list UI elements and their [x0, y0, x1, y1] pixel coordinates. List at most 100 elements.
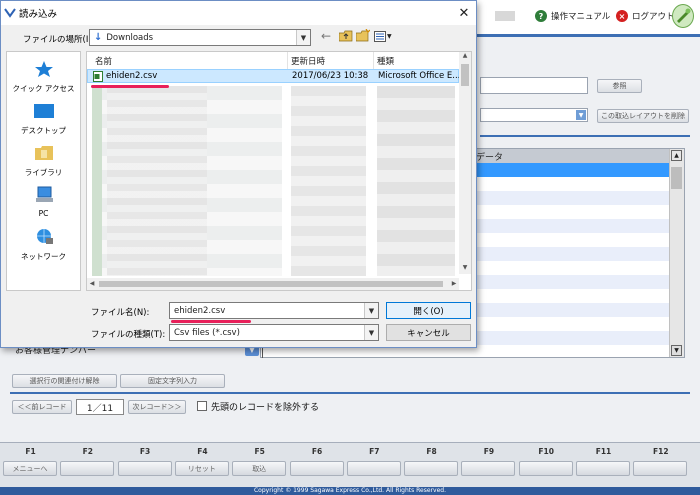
app-header-blurred	[495, 11, 515, 21]
up-folder-icon[interactable]	[339, 30, 353, 42]
copyright-footer: Copyright © 1999 Sagawa Express Co.,Ltd.…	[0, 487, 700, 495]
fixed-text-button[interactable]: 固定文字列入力	[120, 374, 225, 388]
reference-button[interactable]: 参照	[597, 79, 642, 93]
obscured-file-names	[107, 86, 207, 276]
file-list-hscroll[interactable]: ◀ ▶	[87, 278, 459, 290]
nav-label: PC	[38, 209, 49, 218]
fkey-label: F10	[538, 447, 554, 456]
fkey-button-f4[interactable]: リセット	[174, 461, 229, 476]
location-select[interactable]: ↓ Downloads ▼	[89, 29, 311, 46]
nav-quick-access[interactable]: クイック アクセス	[7, 60, 80, 94]
chevron-down-icon: ▼	[364, 303, 378, 318]
manual-link[interactable]: ? 操作マニュアル	[535, 8, 610, 24]
file-list-vscroll[interactable]: ▲ ▼	[459, 52, 471, 274]
download-arrow-icon: ↓	[94, 32, 103, 43]
help-icon: ?	[535, 10, 547, 22]
chevron-down-icon: ▼	[387, 32, 392, 40]
scroll-left-icon[interactable]: ◀	[87, 278, 97, 290]
places-bar: クイック アクセス デスクトップ ライブラリ PC ネットワーク	[6, 51, 81, 291]
fkey-label: F11	[595, 447, 612, 456]
nav-desktop[interactable]: デスクトップ	[7, 102, 80, 136]
fkey-button-f7[interactable]	[346, 461, 401, 476]
scroll-down-icon[interactable]: ▼	[459, 264, 471, 274]
highlight-underline	[171, 320, 251, 323]
fkey-button-f10[interactable]	[518, 461, 573, 476]
location-label: ファイルの場所(I):	[23, 35, 95, 45]
file-modified: 2017/06/23 10:38	[292, 71, 369, 81]
fkey-button-f3[interactable]	[117, 461, 172, 476]
scroll-down-icon[interactable]: ▼	[671, 345, 682, 356]
scroll-right-icon[interactable]: ▶	[449, 278, 459, 290]
view-menu-button[interactable]: ▼	[374, 29, 394, 43]
fkey-button-f5[interactable]: 取込	[232, 461, 287, 476]
logout-link-label: ログアウト	[632, 12, 675, 22]
new-folder-icon[interactable]	[356, 29, 370, 42]
open-button[interactable]: 開く(O)	[386, 302, 471, 319]
scroll-thumb[interactable]	[99, 281, 443, 287]
obscured-file-dates	[291, 86, 366, 276]
prev-record-button[interactable]: ＜＜前レコード	[12, 400, 72, 414]
fkey-label: F12	[653, 447, 669, 456]
fkey-button-f11[interactable]	[576, 461, 630, 476]
scroll-up-icon[interactable]: ▲	[459, 52, 471, 62]
fkey-label: F6	[311, 447, 323, 456]
csv-file-icon	[93, 71, 103, 82]
column-divider	[373, 52, 374, 69]
back-arrow-icon[interactable]: ←	[321, 29, 335, 43]
filename-label: ファイル名(N):	[91, 308, 150, 318]
fkey-button-f12[interactable]	[633, 461, 688, 476]
computer-icon	[35, 186, 53, 202]
nav-library[interactable]: ライブラリ	[7, 144, 80, 178]
function-key-bar: F1 メニューへ F2 F3 F4 リセット F5 取込 F6 F7 F8 F9 F10 F11 F12	[0, 442, 700, 488]
exclude-first-label: 先頭のレコードを除外する	[211, 403, 320, 413]
highlight-underline	[91, 85, 169, 88]
fkey-label: F3	[139, 447, 151, 456]
next-record-button[interactable]: 次レコード＞＞	[128, 400, 186, 414]
column-modified[interactable]: 更新日時	[291, 55, 325, 67]
dialog-title: 読み込み	[19, 9, 58, 20]
nav-label: クイック アクセス	[12, 84, 75, 93]
fkey-label: F5	[254, 447, 265, 456]
user-avatar[interactable]	[672, 4, 694, 28]
fkey-button-f2[interactable]	[60, 461, 115, 476]
logout-icon: ×	[616, 10, 628, 22]
logout-link[interactable]: × ログアウト	[616, 8, 675, 24]
close-icon[interactable]: ✕	[455, 4, 473, 22]
exclude-first-checkbox[interactable]	[197, 401, 207, 411]
scroll-up-icon[interactable]: ▲	[671, 150, 682, 161]
app-icon	[4, 7, 16, 18]
fkey-button-f8[interactable]	[404, 461, 459, 476]
filename-input[interactable]: ehiden2.csv ▼	[169, 302, 379, 319]
desktop-icon	[33, 104, 54, 118]
fkey-label: F7	[369, 447, 380, 456]
file-name: ehiden2.csv	[106, 71, 158, 81]
dialog-body: ファイルの場所(I): ↓ Downloads ▼ ← ▼ クイック アクセス …	[1, 25, 476, 347]
column-name[interactable]: 名前	[95, 55, 112, 67]
file-path-input[interactable]	[480, 77, 588, 94]
column-type[interactable]: 種類	[377, 55, 394, 67]
layout-select[interactable]: ▼	[480, 108, 588, 122]
scroll-thumb[interactable]	[671, 167, 682, 189]
fkey-label: F1	[25, 447, 36, 456]
chevron-down-icon: ▼	[364, 325, 378, 340]
section-divider	[480, 135, 690, 137]
scroll-thumb[interactable]	[461, 64, 469, 86]
fkey-button-f6[interactable]	[289, 461, 344, 476]
section-divider	[10, 392, 690, 394]
fkey-button-f1[interactable]: メニューへ	[3, 461, 57, 476]
view-list-icon	[374, 30, 386, 42]
grid-scrollbar[interactable]: ▲ ▼	[669, 149, 684, 357]
library-icon	[34, 146, 53, 160]
nav-network[interactable]: ネットワーク	[7, 228, 80, 262]
record-pager: 1／11	[76, 399, 124, 415]
obscured-file-icons	[92, 86, 102, 276]
fkey-button-f9[interactable]	[461, 461, 516, 476]
unlink-button[interactable]: 選択行の関連付け解除	[12, 374, 117, 388]
delete-layout-button[interactable]: この取込レイアウトを削除	[597, 109, 689, 123]
fkey-label: F2	[82, 447, 93, 456]
avatar-icon	[677, 8, 691, 23]
cancel-button[interactable]: キャンセル	[386, 324, 471, 341]
filetype-select[interactable]: Csv files (*.csv) ▼	[169, 324, 379, 341]
file-row-selected[interactable]: ehiden2.csv 2017/06/23 10:38 Microsoft O…	[87, 69, 460, 83]
nav-pc[interactable]: PC	[7, 186, 80, 218]
